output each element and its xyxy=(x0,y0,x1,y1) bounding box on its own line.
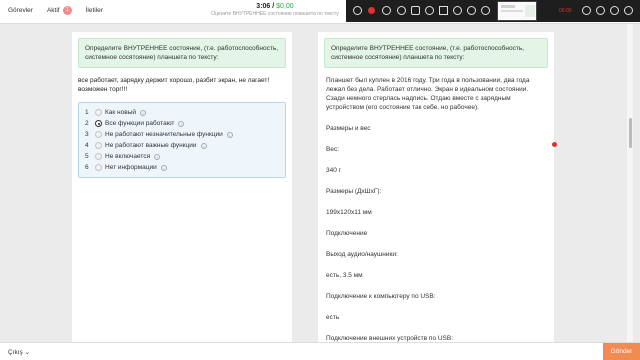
option-number: 4 xyxy=(85,142,89,149)
option-2[interactable]: 2 Все функции работают i xyxy=(85,118,279,129)
tab-iletiler[interactable]: İletiler xyxy=(86,7,103,14)
option-label: Не работают незначительные функции xyxy=(105,131,223,138)
task-subtitle: Оцените ВНУТРЕННЕЕ состояние планшета по… xyxy=(211,11,339,17)
spec-label: Вес: xyxy=(326,146,340,153)
radio-button[interactable] xyxy=(95,153,102,160)
pause-icon[interactable] xyxy=(353,6,362,15)
option-number: 2 xyxy=(85,120,89,127)
radio-button[interactable] xyxy=(95,131,102,138)
record-timecode: 00:00 xyxy=(559,8,572,14)
option-4[interactable]: 4 Не работают важные функции i xyxy=(85,140,279,151)
radio-button[interactable] xyxy=(95,164,102,171)
task-timer: 3:06 / $0,00 Оцените ВНУТРЕННЕЕ состояни… xyxy=(200,3,350,17)
text-icon[interactable] xyxy=(425,6,434,15)
option-number: 6 xyxy=(85,164,89,171)
tab-aktif[interactable]: Aktif 1 xyxy=(47,6,72,15)
instruction-box: Определите ВНУТРЕННЕЕ состояние, (т.е. р… xyxy=(78,38,286,68)
tab-gorevler[interactable]: Görevler xyxy=(8,7,33,14)
spec-heading: Размеры и вес xyxy=(326,125,371,132)
spec-label: Размеры (ДхШхГ): xyxy=(326,188,382,195)
option-label: Не работают важные функции xyxy=(105,142,197,149)
timer-time: 3:06 xyxy=(256,3,271,10)
info-icon[interactable]: i xyxy=(226,131,233,138)
spec-label: Подключение внешних устройств по USB: xyxy=(326,335,454,342)
instruction-box: Определите ВНУТРЕННЕЕ состояние, (т.е. р… xyxy=(324,38,548,68)
recorder-toolbar: 00:00 xyxy=(346,0,640,22)
description-paragraph: Планшет был куплен в 2016 году. Три года… xyxy=(326,77,530,111)
condition-options: 1 Как новый i 2 Все функции работают i 3 Не р… xyxy=(78,102,286,178)
page-scrollbar[interactable] xyxy=(627,24,633,342)
exit-label: Çıkış xyxy=(8,349,23,356)
cursor-indicator xyxy=(552,142,557,147)
listing-text-line: все работает, зарядку держит хорошо, раз… xyxy=(78,77,270,84)
info-icon[interactable]: i xyxy=(178,120,185,127)
tab-label: İletiler xyxy=(85,7,103,14)
tab-label: Görevler xyxy=(8,7,33,14)
chevron-down-icon: ⌄ xyxy=(24,349,31,356)
settings-icon[interactable] xyxy=(481,6,490,15)
nav-tabs: Görevler Aktif 1 İletiler xyxy=(8,6,103,15)
radio-button[interactable] xyxy=(95,109,102,116)
reward-amount: $0,00 xyxy=(276,3,294,10)
listing-text-line: возможен торг!!! xyxy=(78,86,128,93)
left-task-panel: Определите ВНУТРЕННЕЕ состояние, (т.е. р… xyxy=(72,32,292,342)
option-6[interactable]: 6 Нет информации i xyxy=(85,162,279,173)
minimize-icon[interactable] xyxy=(582,6,591,15)
undo-icon[interactable] xyxy=(453,6,462,15)
close-icon[interactable] xyxy=(624,6,633,15)
radio-button[interactable] xyxy=(95,142,102,149)
menu-icon[interactable] xyxy=(610,6,619,15)
listing-description: Планшет был куплен в 2016 году. Три года… xyxy=(318,74,554,342)
spec-heading: Подключение xyxy=(326,230,368,237)
bottom-bar: Çıkış ⌄ Gönder xyxy=(0,342,640,360)
spec-value: есть, 3.5 мм xyxy=(326,272,363,279)
pen-icon[interactable] xyxy=(411,6,420,15)
info-icon[interactable]: i xyxy=(140,109,147,116)
info-icon[interactable]: i xyxy=(200,142,207,149)
option-label: Нет информации xyxy=(105,164,157,171)
right-task-panel: Определите ВНУТРЕННЕЕ состояние, (т.е. р… xyxy=(318,32,554,342)
preview-thumbnail[interactable] xyxy=(497,1,537,21)
option-label: Все функции работают xyxy=(105,120,175,127)
stop-icon[interactable] xyxy=(382,6,391,15)
option-label: Не включается xyxy=(105,153,151,160)
count-badge: 1 xyxy=(62,6,72,15)
option-number: 5 xyxy=(85,153,89,160)
camera-icon[interactable] xyxy=(397,6,406,15)
exit-button[interactable]: Çıkış ⌄ xyxy=(8,348,30,356)
tab-label: Aktif xyxy=(46,7,60,14)
scrollbar-thumb[interactable] xyxy=(629,118,632,148)
option-number: 1 xyxy=(85,109,89,116)
spec-label: Подключение к компьютеру по USB: xyxy=(326,293,436,300)
zoom-icon[interactable] xyxy=(467,6,476,15)
submit-button[interactable]: Gönder xyxy=(603,343,640,360)
spec-value: есть xyxy=(326,314,340,321)
option-1[interactable]: 1 Как новый i xyxy=(85,107,279,118)
record-icon[interactable] xyxy=(368,7,375,14)
option-3[interactable]: 3 Не работают незначительные функции i xyxy=(85,129,279,140)
option-number: 3 xyxy=(85,131,89,138)
shape-icon[interactable] xyxy=(439,6,448,15)
option-5[interactable]: 5 Не включается i xyxy=(85,151,279,162)
radio-button-selected[interactable] xyxy=(95,120,102,127)
listing-text: все работает, зарядку держит хорошо, раз… xyxy=(72,74,292,96)
option-label: Как новый xyxy=(105,109,137,116)
info-icon[interactable]: i xyxy=(154,153,161,160)
spec-value: 199x120x11 мм xyxy=(326,209,372,216)
spec-value: 340 г xyxy=(326,167,342,174)
spec-label: Выход аудио/наушники: xyxy=(326,251,398,258)
info-icon[interactable]: i xyxy=(160,164,167,171)
window-icon[interactable] xyxy=(596,6,605,15)
